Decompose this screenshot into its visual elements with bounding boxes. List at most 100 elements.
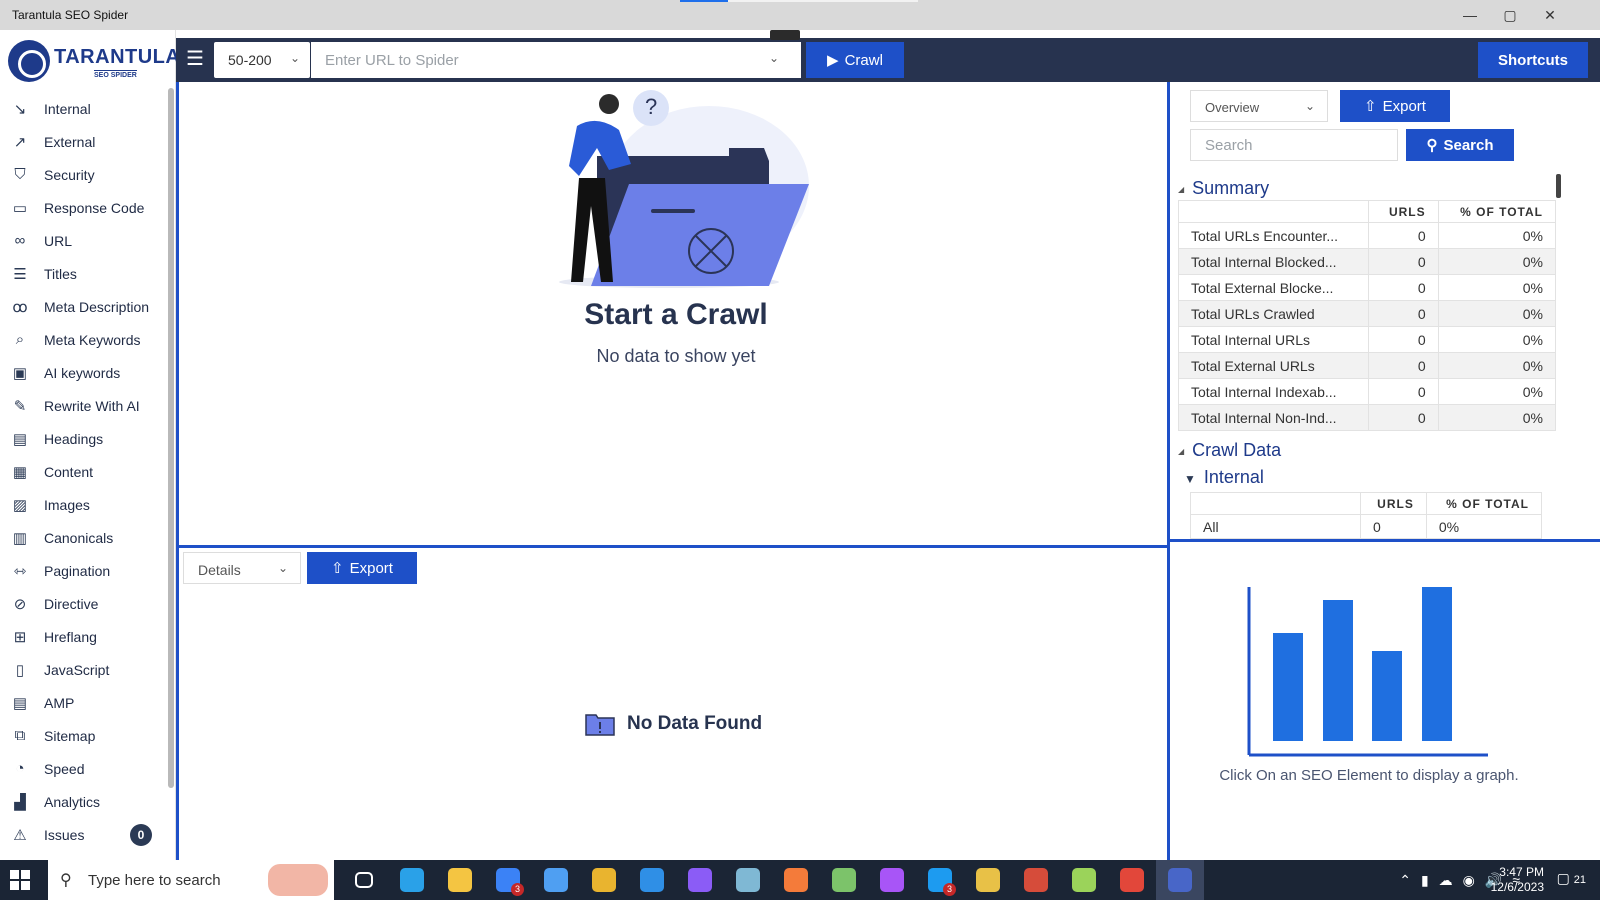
crawl-illustration (559, 90, 809, 288)
visual-studio-icon[interactable] (676, 860, 724, 900)
details-export-button[interactable]: ⇧ Export (307, 552, 417, 584)
link-icon: ∞ (14, 232, 26, 249)
crawl-depth-select[interactable]: 50-200 ⌄ (214, 42, 310, 78)
shortcuts-button[interactable]: Shortcuts (1478, 42, 1588, 78)
system-clock[interactable]: 3:47 PM 12/6/2023 (1491, 865, 1544, 895)
summary-row-urls: 0 (1367, 326, 1439, 353)
sidebar-item-hreflang[interactable]: ⊞ Hreflang (0, 620, 168, 653)
cloud-icon[interactable]: ☁ (1439, 872, 1453, 889)
sidebar-item-titles[interactable]: ☰ Titles (0, 257, 168, 290)
sidebar-item-url[interactable]: ∞ URL (0, 224, 168, 257)
sidebar-item-directive[interactable]: ⊘ Directive (0, 587, 168, 620)
sidebar-item-internal[interactable]: ↘ Internal (0, 92, 168, 125)
summary-section-header[interactable]: ◢ Summary (1178, 178, 1269, 199)
summary-row[interactable]: Total URLs Encounter... 0 0% (1178, 222, 1557, 249)
crawl-depth-value: 50-200 (228, 52, 272, 68)
github-icon[interactable] (868, 860, 916, 900)
tarantula-icon[interactable] (1156, 860, 1204, 900)
url-input[interactable] (311, 42, 801, 78)
sidebar-item-analytics[interactable]: ▟ Analytics (0, 785, 168, 818)
mail-icon[interactable]: 3 (484, 860, 532, 900)
chrome-alt-icon[interactable] (1108, 860, 1156, 900)
compass-icon: ⊘ (13, 595, 27, 613)
summary-row-pct: 0% (1437, 300, 1557, 327)
internal-section-header[interactable]: ▼ Internal (1184, 467, 1264, 488)
sidebar-item-javascript[interactable]: ▯ JavaScript (0, 653, 168, 686)
file-explorer-icon[interactable] (436, 860, 484, 900)
javascript-icon: ▯ (15, 661, 25, 679)
notepad-icon[interactable] (820, 860, 868, 900)
store-icon[interactable] (532, 860, 580, 900)
overview-select[interactable]: Overview ⌄ (1190, 90, 1328, 122)
sidebar-item-pagination[interactable]: ⇿ Pagination (0, 554, 168, 587)
maximize-button[interactable]: ▢ (1496, 4, 1524, 26)
overview-export-button[interactable]: ⇧ Export (1340, 90, 1450, 122)
sidebar-item-amp[interactable]: ▤ AMP (0, 686, 168, 719)
sidebar-item-headings[interactable]: ▤ Headings (0, 422, 168, 455)
edge-icon[interactable] (388, 860, 436, 900)
details-select[interactable]: Details ⌄ (183, 552, 301, 584)
crawl-data-section-header[interactable]: ◢ Crawl Data (1178, 440, 1281, 461)
clock-date: 12/6/2023 (1490, 880, 1544, 894)
sidebar-item-canonicals[interactable]: ▥ Canonicals (0, 521, 168, 554)
chevron-down-icon: ⌄ (277, 561, 288, 575)
battery-icon[interactable]: ▮ (1421, 872, 1429, 889)
content-icon: ▦ (12, 463, 28, 481)
summary-row[interactable]: Total External URLs 0 0% (1178, 352, 1557, 379)
overview-select-value: Overview (1205, 100, 1260, 115)
skype-icon[interactable]: 3 (916, 860, 964, 900)
task-view-icon[interactable] (340, 860, 388, 900)
tarantula-icon-glyph (1168, 868, 1192, 892)
notification-center[interactable]: ▢ 21 (1557, 870, 1586, 887)
logo: TARANTULA SEO SPIDER (8, 40, 180, 84)
summary-row-pct: 0% (1437, 222, 1557, 249)
export-icon: ⇧ (1364, 98, 1377, 115)
sidebar-item-images[interactable]: ▨ Images (0, 488, 168, 521)
webcam-icon[interactable]: ◉ (1463, 872, 1475, 889)
close-button[interactable]: ✕ (1536, 4, 1564, 26)
url-dropdown-icon[interactable]: ⌄ (769, 51, 779, 65)
chrome-icon[interactable] (580, 860, 628, 900)
crawl-button[interactable]: ▶ Crawl (806, 42, 904, 78)
taskbar-search[interactable]: ⚲ Type here to search (48, 860, 334, 900)
sidebar-item-issues[interactable]: ⚠ Issues 0 (0, 818, 168, 851)
postman-icon[interactable] (772, 860, 820, 900)
sidebar-item-speed[interactable]: ◔ Speed (0, 752, 168, 785)
internal-row[interactable]: All 0 0% (1190, 514, 1543, 539)
sidebar-item-security[interactable]: ⛉ Security (0, 158, 168, 191)
overview-scrollbar[interactable] (1556, 174, 1561, 198)
menu-icon[interactable]: ☰ (184, 48, 206, 70)
sidebar-item-ai-keywords[interactable]: ▣ AI keywords (0, 356, 168, 389)
minimize-button[interactable]: — (1456, 4, 1484, 26)
start-crawl-title: Start a Crawl (584, 298, 768, 331)
summary-row[interactable]: Total Internal Non-Ind... 0 0% (1178, 404, 1557, 431)
sidebar-item-response-code[interactable]: ▭ Response Code (0, 191, 168, 224)
window-title: Tarantula SEO Spider (12, 8, 129, 22)
app-icon[interactable] (724, 860, 772, 900)
sidebar-item-label: AI keywords (44, 364, 121, 381)
windows-start-button[interactable] (10, 870, 30, 890)
summary-row[interactable]: Total URLs Crawled 0 0% (1178, 300, 1557, 327)
sidebar-item-rewrite-with-ai[interactable]: ✎ Rewrite With AI (0, 389, 168, 422)
chrome-profile-icon[interactable] (1012, 860, 1060, 900)
sidebar-item-content[interactable]: ▦ Content (0, 455, 168, 488)
vscode-icon[interactable] (628, 860, 676, 900)
sidebar-item-meta-keywords[interactable]: ⌕ Meta Keywords (0, 323, 168, 356)
summary-row-label: Total Internal URLs (1178, 326, 1369, 353)
sidebar-item-meta-description[interactable]: ꝏ Meta Description (0, 290, 168, 323)
slack-icon[interactable] (964, 860, 1012, 900)
chevron-up-icon[interactable]: ⌃ (1399, 872, 1411, 889)
top-toolbar: ☰ 50-200 ⌄ ⌄ ▶ Crawl Shortcuts (176, 38, 1600, 82)
xbox-icon[interactable] (1060, 860, 1108, 900)
no-data-label: No Data Found (627, 713, 763, 734)
sidebar-item-sitemap[interactable]: ⧉ Sitemap (0, 719, 168, 752)
summary-row[interactable]: Total External Blocke... 0 0% (1178, 274, 1557, 301)
panel-drag-handle[interactable] (770, 30, 800, 40)
sidebar-scrollbar[interactable] (168, 88, 174, 788)
sidebar-item-external[interactable]: ↗ External (0, 125, 168, 158)
summary-row[interactable]: Total Internal URLs 0 0% (1178, 326, 1557, 353)
summary-row[interactable]: Total Internal Indexab... 0 0% (1178, 378, 1557, 405)
overview-search-input[interactable] (1190, 129, 1398, 161)
summary-row[interactable]: Total Internal Blocked... 0 0% (1178, 248, 1557, 275)
overview-search-button[interactable]: ⚲ Search (1406, 129, 1514, 161)
